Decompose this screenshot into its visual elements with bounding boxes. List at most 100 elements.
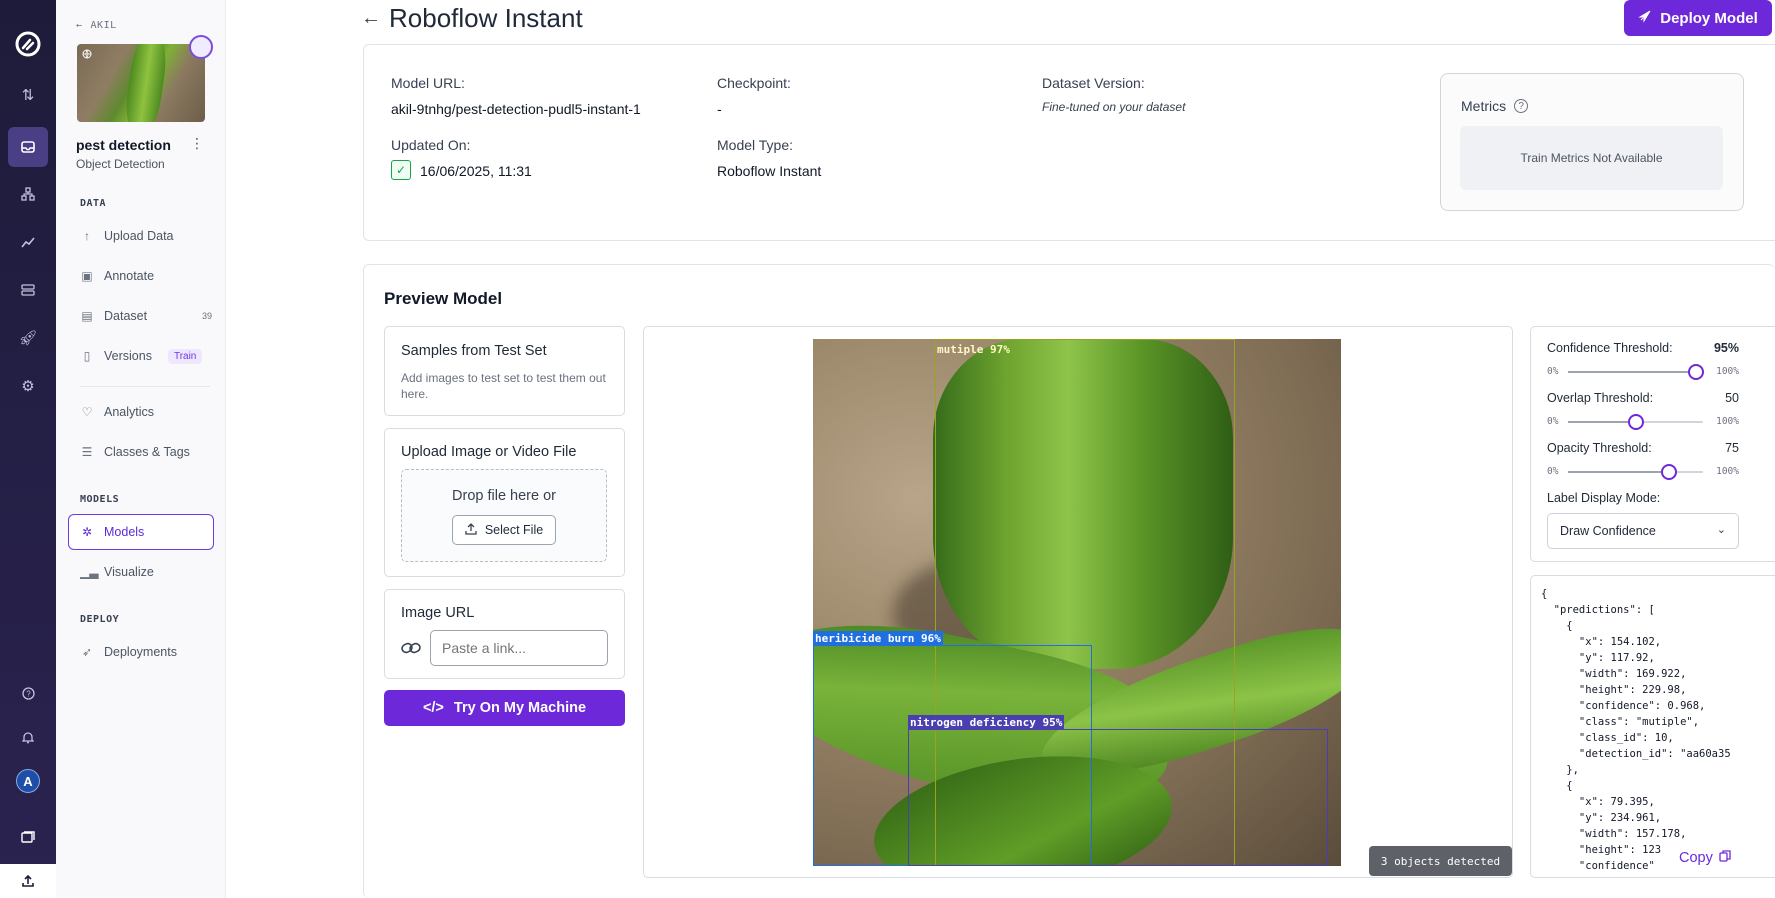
model-type-value: Roboflow Instant (717, 163, 822, 179)
kebab-menu-icon[interactable]: ⋮ (190, 135, 204, 152)
section-data-label: DATA (80, 198, 107, 209)
select-file-label: Select File (484, 523, 544, 537)
drop-text: Drop file here or (452, 488, 556, 504)
slider-track[interactable] (1568, 464, 1703, 480)
label-display-mode-label: Label Display Mode: (1547, 491, 1661, 505)
opacity-threshold-value: 75 (1725, 441, 1739, 455)
sidebar-item-classes-tags[interactable]: ☰ Classes & Tags (80, 440, 212, 464)
metrics-title: Metrics ? (1461, 98, 1529, 114)
slider-min-label: 0% (1547, 366, 1559, 377)
nav-divider (80, 386, 210, 387)
file-dropzone[interactable]: Drop file here or Select File (401, 469, 607, 562)
detection-label-heribicide-burn: heribicide burn 96% (813, 631, 943, 646)
dataset-version-label: Dataset Version: (1042, 75, 1145, 91)
sidebar-item-versions[interactable]: ▯ Versions Train (80, 344, 212, 368)
confidence-threshold-slider[interactable]: 0% 100% (1547, 364, 1739, 380)
detection-box-nitrogen-deficiency (908, 729, 1328, 866)
sidebar-item-label: Upload Data (104, 229, 174, 243)
select-file-button[interactable]: Select File (452, 515, 556, 545)
slider-handle[interactable] (1661, 464, 1678, 480)
try-on-my-machine-button[interactable]: </> Try On My Machine (384, 690, 625, 726)
sidebar-item-annotate[interactable]: ▣ Annotate (80, 264, 212, 288)
slider-min-label: 0% (1547, 416, 1559, 427)
prediction-image: mutiple 97% heribicide burn 96% nitrogen… (813, 339, 1341, 866)
train-badge[interactable]: Train (167, 348, 203, 364)
samples-description: Add images to test set to test them out … (401, 371, 606, 401)
versions-icon: ▯ (83, 349, 91, 363)
swap-icon[interactable]: ⇅ (8, 75, 48, 115)
slider-track[interactable] (1568, 414, 1703, 430)
deploy-model-button[interactable]: Deploy Model (1624, 0, 1772, 36)
metrics-title-text: Metrics (1461, 98, 1507, 114)
workspace-back-link[interactable]: ← AKIL (76, 20, 117, 31)
code-icon: </> (422, 700, 444, 716)
models-icon: ✲ (81, 525, 93, 539)
inference-controls-card: Confidence Threshold: 95% 0% 100% Overla… (1530, 326, 1775, 562)
rocket-icon[interactable]: 🚀︎ (8, 318, 48, 358)
overlap-threshold-slider[interactable]: 0% 100% (1547, 414, 1739, 430)
samples-from-test-set-card[interactable]: Samples from Test Set Add images to test… (384, 326, 625, 416)
detection-label-mutiple: mutiple 97% (937, 343, 1010, 356)
copy-label: Copy (1679, 850, 1713, 866)
metrics-panel: Metrics ? Train Metrics Not Available (1440, 73, 1744, 211)
sidebar-item-models[interactable]: ✲ Models (68, 514, 214, 550)
roboflow-logo-icon[interactable] (8, 24, 48, 64)
samples-title: Samples from Test Set (401, 343, 547, 359)
section-deploy-label: DEPLOY (80, 614, 120, 625)
image-url-title: Image URL (401, 605, 475, 621)
slider-fill (1568, 371, 1697, 373)
settings-icon[interactable]: ⚙︎ (8, 366, 48, 406)
model-type-label: Model Type: (717, 137, 794, 153)
project-status-ring (189, 35, 213, 59)
checkpoint-label: Checkpoint: (717, 75, 791, 91)
slider-handle[interactable] (1627, 414, 1644, 430)
thumbnail-leaf (122, 44, 170, 122)
confidence-threshold-label: Confidence Threshold: (1547, 341, 1673, 355)
overlap-threshold-row: Overlap Threshold: 50 (1547, 391, 1739, 405)
workspace-name: AKIL (90, 20, 117, 31)
avatar[interactable]: A (8, 761, 48, 801)
model-url-value: akil-9tnhg/pest-detection-pudl5-instant-… (391, 101, 641, 117)
slider-track[interactable] (1568, 364, 1705, 380)
upload-title: Upload Image or Video File (401, 444, 577, 460)
label-display-mode-select[interactable]: Draw Confidence ⌄ (1547, 513, 1739, 549)
rocket-icon: ➶ (81, 645, 93, 659)
dataset-count-badge: 39 (201, 311, 212, 321)
database-icon[interactable] (8, 270, 48, 310)
project-name: pest detection (76, 137, 171, 153)
inbox-icon[interactable] (8, 127, 48, 167)
help-icon[interactable]: ? (8, 673, 48, 713)
bell-icon[interactable] (8, 717, 48, 757)
svg-text:?: ? (26, 689, 31, 698)
copy-button[interactable]: Copy (1671, 846, 1739, 870)
workflow-icon[interactable] (8, 174, 48, 214)
confidence-threshold-value: 95% (1713, 341, 1739, 355)
opacity-threshold-slider[interactable]: 0% 100% (1547, 464, 1739, 480)
link-icon (401, 639, 421, 660)
sidebar-item-deployments[interactable]: ➶ Deployments (80, 640, 212, 664)
opacity-threshold-row: Opacity Threshold: 75 (1547, 441, 1739, 455)
sidebar-item-visualize[interactable]: ▁▃ Visualize (80, 560, 212, 584)
avatar-letter: A (16, 769, 40, 793)
project-thumbnail[interactable] (77, 44, 205, 122)
help-icon[interactable]: ? (1514, 99, 1529, 113)
back-arrow-icon[interactable]: ← (361, 7, 381, 30)
copy-icon (1719, 850, 1731, 866)
opacity-threshold-label: Opacity Threshold: (1547, 441, 1652, 455)
upload-file-card: Upload Image or Video File Drop file her… (384, 428, 625, 577)
chart-icon[interactable] (8, 222, 48, 262)
slider-handle[interactable] (1688, 364, 1705, 380)
sidebar-item-label: Models (104, 525, 145, 539)
sidebar-item-upload-data[interactable]: ↑ Upload Data (80, 224, 212, 248)
sidebar-item-dataset[interactable]: ▤ Dataset 39 (80, 304, 212, 328)
image-url-input[interactable] (430, 630, 608, 666)
docs-icon[interactable] (8, 817, 48, 857)
slider-max-label: 100% (1716, 466, 1739, 477)
upload-icon[interactable] (0, 864, 56, 898)
metrics-empty-state: Train Metrics Not Available (1460, 126, 1723, 190)
upload-icon (465, 522, 477, 538)
sidebar-item-analytics[interactable]: ♡ Analytics (80, 400, 212, 424)
chevron-down-icon: ⌄ (1716, 524, 1726, 536)
json-output-card: { "predictions": [ { "x": 154.102, "y": … (1530, 575, 1775, 878)
detection-label-nitrogen-deficiency: nitrogen deficiency 95% (908, 715, 1065, 730)
